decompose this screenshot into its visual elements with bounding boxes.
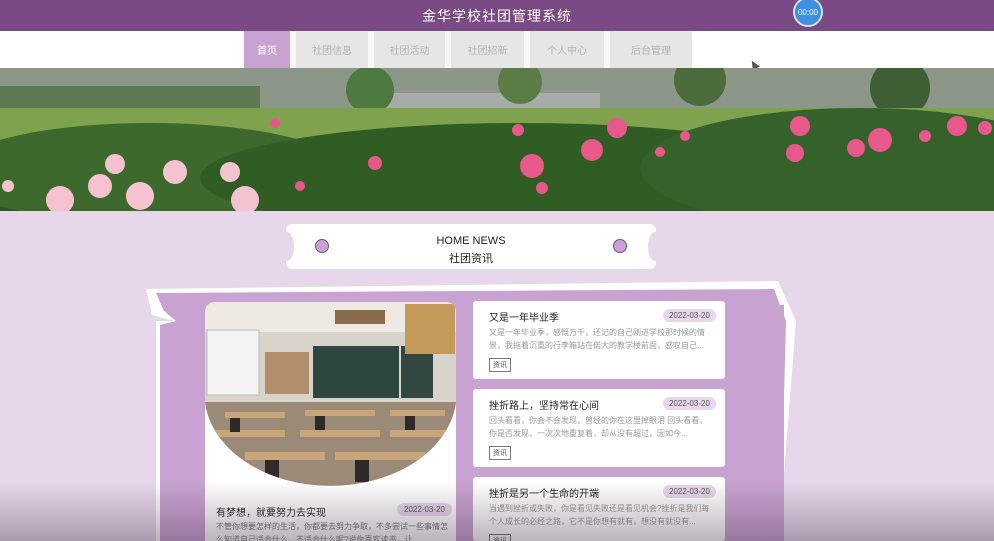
news-tag[interactable]: 资讯	[489, 534, 511, 541]
nav-item-home[interactable]: 首页	[244, 31, 296, 68]
news-item[interactable]: 挫折是另一个生命的开端 2022-03-20 当遇到挫折或失败，你是看见失败还是…	[473, 477, 725, 541]
news-title[interactable]: 挫折路上，坚持常在心间	[489, 397, 599, 412]
nav-item-club-recruit[interactable]: 社团招新	[451, 31, 530, 68]
nav-item-admin[interactable]: 后台管理	[610, 31, 692, 68]
news-desc: 又是一年毕业季，感慨万千，还记的自己刚进学校那时候的情景，我拖着沉重的行李箱站在…	[489, 328, 705, 350]
nav-bar: 首页 社团信息 社团活动 社团招新 个人中心 后台管理	[0, 31, 994, 68]
main-nav: 首页 社团信息 社团活动 社团招新 个人中心 后台管理	[244, 31, 692, 68]
featured-news-date: 2022-03-20	[397, 503, 452, 516]
section-title-cn: 社团资讯	[449, 253, 493, 265]
peony-garden-image	[0, 68, 994, 211]
news-desc: 当遇到挫折或失败，你是看见失败还是看见机会?挫折是我们每个人成长的必经之路，它不…	[489, 504, 710, 526]
news-tag[interactable]: 资讯	[489, 446, 511, 460]
featured-news-desc: 不管你想要怎样的生活，你都要去努力争取，不多尝试一些事情怎么知道自己适合什么，不…	[216, 522, 448, 541]
section-title-card: HOME NEWS 社团资讯	[280, 224, 662, 269]
top-header: 金华学校社团管理系统	[0, 0, 994, 31]
featured-news-card[interactable]: 有梦想，就要努力去实现 2022-03-20 不管你想要怎样的生活，你都要去努力…	[205, 302, 456, 541]
news-title[interactable]: 挫折是另一个生命的开端	[489, 485, 599, 500]
news-date: 2022-03-20	[663, 309, 716, 322]
news-item[interactable]: 挫折路上，坚持常在心间 2022-03-20 回头看看，你会不会发现，曾经的你在…	[473, 389, 725, 467]
news-date: 2022-03-20	[663, 397, 716, 410]
news-date: 2022-03-20	[663, 485, 716, 498]
news-item[interactable]: 又是一年毕业季 2022-03-20 又是一年毕业季，感慨万千，还记的自己刚进学…	[473, 301, 725, 379]
nav-item-club-activities[interactable]: 社团活动	[374, 31, 451, 68]
nav-item-club-info[interactable]: 社团信息	[296, 31, 374, 68]
nav-item-personal-center[interactable]: 个人中心	[530, 31, 610, 68]
news-tag[interactable]: 资讯	[489, 358, 511, 372]
section-title-en: HOME NEWS	[436, 235, 506, 247]
featured-news-title[interactable]: 有梦想，就要努力去实现	[216, 504, 326, 519]
news-title[interactable]: 又是一年毕业季	[489, 309, 559, 324]
hero-banner	[0, 68, 994, 211]
news-desc: 回头看看，你会不会发现，曾经的你在这里掉眼泪 回头看看，你是否发现，一次次地重复…	[489, 416, 708, 438]
site-title: 金华学校社团管理系统	[422, 7, 572, 24]
classroom-image	[205, 302, 456, 486]
